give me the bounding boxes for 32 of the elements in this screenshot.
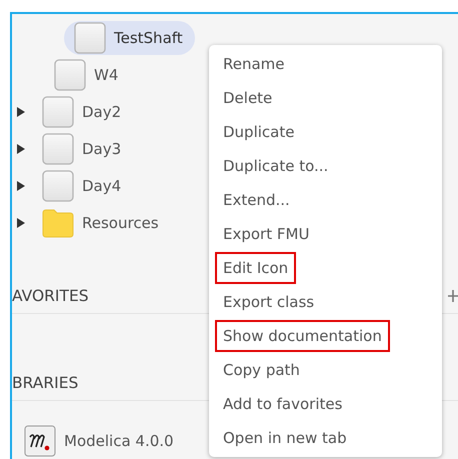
section-title: BRARIES — [12, 374, 78, 392]
menu-item[interactable]: Copy path — [215, 354, 308, 386]
tree-item[interactable]: W4 — [44, 58, 130, 92]
menu-item[interactable]: Export class — [215, 286, 322, 318]
tree-item[interactable]: TestShaft — [64, 20, 195, 54]
menu-item[interactable]: Duplicate to... — [215, 150, 336, 182]
expand-arrow-icon[interactable] — [16, 218, 26, 228]
tree-item[interactable]: Day3 — [32, 132, 134, 166]
menu-item[interactable]: Duplicate — [215, 116, 302, 148]
expand-arrow-icon[interactable] — [16, 180, 26, 190]
expand-arrow-icon[interactable] — [16, 106, 26, 116]
tree-item[interactable]: Day2 — [32, 94, 134, 128]
add-icon[interactable] — [448, 290, 458, 302]
folder-icon — [42, 208, 74, 238]
menu-item[interactable]: Export FMU — [215, 218, 318, 250]
highlighted-menu-item[interactable]: Edit Icon — [215, 252, 296, 284]
tree-item[interactable]: Day4 — [32, 168, 134, 202]
menu-item[interactable]: Open in new tab — [215, 422, 355, 454]
menu-item[interactable]: Delete — [215, 82, 280, 114]
library-item[interactable]: Modelica 4.0.0 — [24, 423, 174, 459]
expand-arrow-icon[interactable] — [16, 144, 26, 154]
class-icon — [42, 96, 74, 128]
highlighted-menu-item[interactable]: Show documentation — [215, 320, 390, 352]
class-icon — [54, 58, 86, 90]
class-icon — [74, 22, 106, 54]
class-icon — [42, 170, 74, 202]
menu-item[interactable]: Extend... — [215, 184, 298, 216]
tree-item[interactable]: Resources — [32, 206, 171, 240]
class-icon — [42, 132, 74, 164]
menu-item[interactable]: Add to favorites — [215, 388, 350, 420]
menu-item[interactable]: Rename — [215, 48, 293, 80]
section-title: AVORITES — [12, 287, 89, 305]
